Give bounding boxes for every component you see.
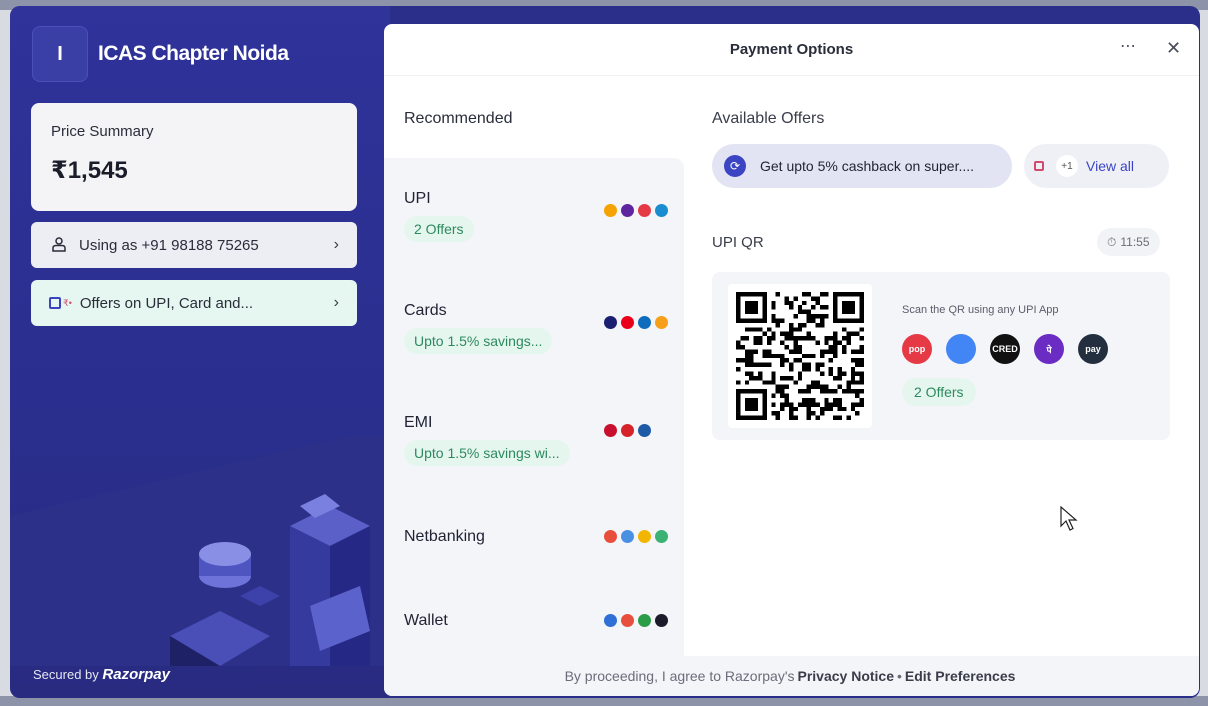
user-contact-label: Using as +91 98188 75265: [79, 236, 259, 254]
upi-apps: pop CRED पे pay: [902, 334, 1108, 364]
qr-code[interactable]: [728, 284, 872, 428]
secured-prefix: Secured by: [33, 667, 99, 682]
chevron-right-icon: ›: [333, 236, 339, 253]
qr-offer-badge: 2 Offers: [902, 378, 976, 406]
razorpay-logo: Razorpay: [102, 666, 170, 683]
merchant-logo: I: [32, 26, 88, 82]
mouse-cursor-icon: [1060, 506, 1078, 531]
timer-value: 11:55: [1120, 235, 1150, 249]
bank-icons: [604, 530, 668, 543]
method-emi[interactable]: EMI Upto 1.5% savings wi...: [404, 414, 664, 466]
view-all-offers-button[interactable]: +1 View all: [1024, 144, 1169, 188]
phonepe-icon: पे: [1034, 334, 1064, 364]
cred-icon: CRED: [990, 334, 1020, 364]
edit-preferences-link[interactable]: Edit Preferences: [905, 668, 1016, 684]
price-summary-label: Price Summary: [51, 123, 154, 140]
recommended-title: Recommended: [404, 110, 513, 127]
offers-button[interactable]: ₹• Offers on UPI, Card and... ›: [31, 280, 357, 326]
upi-app-icons: [604, 204, 668, 217]
payment-methods-list: UPI 2 Offers Cards Upto 1.5% savings... …: [384, 158, 684, 656]
offer-badge: Upto 1.5% savings wi...: [404, 440, 570, 466]
wallet-icons: [604, 614, 668, 627]
offer-badge: Upto 1.5% savings...: [404, 328, 553, 354]
panel-header: Payment Options ⋯ ✕: [384, 24, 1199, 76]
upi-detail-column: Available Offers ⟳ Get upto 5% cashback …: [704, 76, 1179, 656]
timer-icon: ⏱: [1107, 234, 1117, 249]
payment-options-panel: Payment Options ⋯ ✕ Recommended UPI 2 Of…: [384, 24, 1199, 696]
more-options-icon[interactable]: ⋯: [1120, 36, 1137, 56]
payment-methods-column: Recommended UPI 2 Offers Cards Upto 1.5%…: [384, 76, 684, 656]
qr-timer: ⏱ 11:55: [1097, 228, 1160, 256]
close-icon[interactable]: ✕: [1166, 38, 1181, 59]
user-icon: [49, 236, 69, 255]
page-title: Payment Options: [729, 41, 854, 58]
offer-badge: 2 Offers: [404, 216, 474, 242]
offer-pill[interactable]: ⟳ Get upto 5% cashback on super....: [712, 144, 1012, 188]
method-netbanking[interactable]: Netbanking: [404, 528, 668, 546]
view-all-label: View all: [1086, 158, 1134, 174]
isometric-illustration: [10, 436, 390, 666]
merchant-name: ICAS Chapter Noida: [98, 42, 289, 65]
footer-prefix: By proceeding, I agree to Razorpay's: [564, 668, 795, 684]
available-offers-title: Available Offers: [712, 110, 825, 127]
price-value: ₹1,545: [51, 157, 128, 184]
scan-instruction: Scan the QR using any UPI App: [902, 304, 1059, 316]
cashback-icon: ⟳: [724, 155, 746, 177]
bhim-icon: pop: [902, 334, 932, 364]
offer-tag-icon: [1034, 161, 1044, 171]
method-wallet[interactable]: Wallet: [404, 612, 668, 630]
price-summary-card: Price Summary ₹1,545: [31, 103, 357, 211]
privacy-notice-link[interactable]: Privacy Notice: [798, 668, 895, 684]
method-upi[interactable]: UPI 2 Offers: [404, 190, 668, 242]
user-contact-button[interactable]: Using as +91 98188 75265 ›: [31, 222, 357, 268]
more-offers-count: +1: [1056, 155, 1078, 177]
offers-label: Offers on UPI, Card and...: [79, 294, 254, 312]
merchant-panel: I ICAS Chapter Noida Price Summary ₹1,54…: [10, 6, 390, 698]
upi-qr-title: UPI QR: [712, 234, 764, 251]
upi-qr-card: Scan the QR using any UPI App pop CRED पे p…: [712, 272, 1170, 440]
chevron-right-icon: ›: [333, 294, 339, 311]
consent-footer: By proceeding, I agree to Razorpay's Pri…: [384, 656, 1199, 696]
footer-separator: •: [897, 668, 902, 684]
offer-text: Get upto 5% cashback on super....: [760, 158, 975, 174]
google-pay-icon: [946, 334, 976, 364]
checkout-modal: I ICAS Chapter Noida Price Summary ₹1,54…: [10, 6, 1200, 698]
emi-bank-icons: [604, 424, 651, 437]
amazon-pay-icon: pay: [1078, 334, 1108, 364]
secured-by-label: Secured by Razorpay: [33, 666, 170, 683]
merchant-header: I ICAS Chapter Noida: [32, 26, 289, 82]
offer-tag-icon: ₹•: [49, 297, 72, 309]
method-cards[interactable]: Cards Upto 1.5% savings...: [404, 302, 668, 354]
card-network-icons: [604, 316, 668, 329]
